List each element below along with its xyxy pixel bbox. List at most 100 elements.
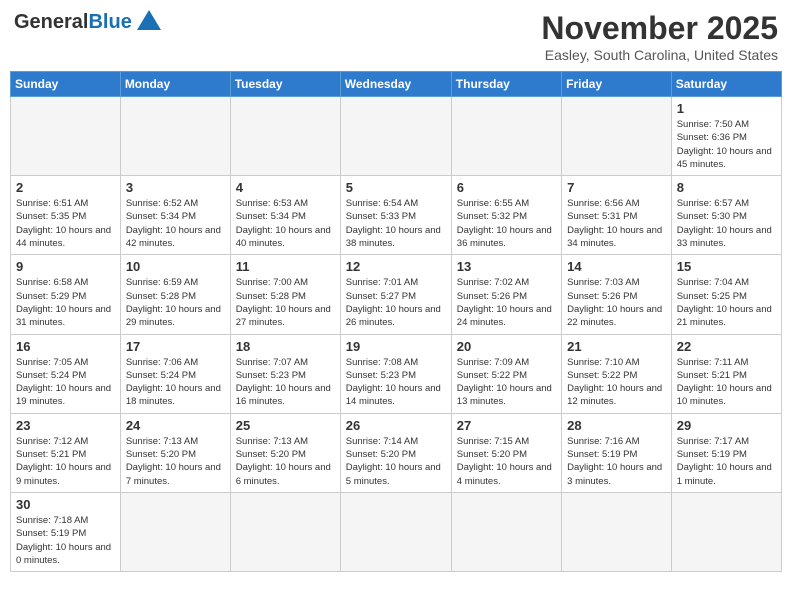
day-number: 7 [567,180,666,195]
day-number: 22 [677,339,776,354]
day-number: 23 [16,418,115,433]
day-number: 1 [677,101,776,116]
weekday-header-thursday: Thursday [451,72,561,97]
calendar-cell: 9 Sunrise: 6:58 AM Sunset: 5:29 PM Daylig… [11,255,121,334]
calendar-cell [562,492,672,571]
day-number: 27 [457,418,556,433]
day-number: 26 [346,418,446,433]
day-info: Sunrise: 7:09 AM Sunset: 5:22 PM Dayligh… [457,356,556,409]
day-number: 5 [346,180,446,195]
calendar-cell [340,97,451,176]
logo-general-text: General [14,11,88,34]
calendar-cell: 13Sunrise: 7:02 AM Sunset: 5:26 PM Dayli… [451,255,561,334]
day-number: 11 [236,259,335,274]
calendar-cell [671,492,781,571]
calendar-cell [562,97,672,176]
title-block: November 2025 Easley, South Carolina, Un… [541,10,778,63]
day-info: Sunrise: 7:13 AM Sunset: 5:20 PM Dayligh… [236,435,335,488]
calendar-cell: 26 Sunrise: 7:14 AM Sunset: 5:20 PM Dayli… [340,413,451,492]
weekday-header-wednesday: Wednesday [340,72,451,97]
day-info: Sunrise: 7:03 AM Sunset: 5:26 PM Dayligh… [567,276,666,329]
page-header: General Blue November 2025 Easley, South… [10,10,782,63]
day-info: Sunrise: 6:56 AM Sunset: 5:31 PM Dayligh… [567,197,666,250]
calendar-cell: 11Sunrise: 7:00 AM Sunset: 5:28 PM Dayli… [230,255,340,334]
logo: General Blue [14,10,161,35]
calendar-cell [451,492,561,571]
calendar-cell [120,492,230,571]
calendar-cell: 4 Sunrise: 6:53 AM Sunset: 5:34 PM Daylig… [230,176,340,255]
day-number: 14 [567,259,666,274]
calendar-cell: 1 Sunrise: 7:50 AM Sunset: 6:36 PM Daylig… [671,97,781,176]
day-info: Sunrise: 7:16 AM Sunset: 5:19 PM Dayligh… [567,435,666,488]
day-number: 19 [346,339,446,354]
weekday-header-saturday: Saturday [671,72,781,97]
day-info: Sunrise: 6:59 AM Sunset: 5:28 PM Dayligh… [126,276,225,329]
day-number: 30 [16,497,115,512]
day-number: 20 [457,339,556,354]
weekday-header-friday: Friday [562,72,672,97]
calendar-week-row: 23Sunrise: 7:12 AM Sunset: 5:21 PM Dayli… [11,413,782,492]
weekday-header-tuesday: Tuesday [230,72,340,97]
calendar-cell: 28Sunrise: 7:16 AM Sunset: 5:19 PM Dayli… [562,413,672,492]
day-info: Sunrise: 6:51 AM Sunset: 5:35 PM Dayligh… [16,197,115,250]
day-number: 10 [126,259,225,274]
calendar-cell: 15Sunrise: 7:04 AM Sunset: 5:25 PM Dayli… [671,255,781,334]
month-title: November 2025 [541,10,778,47]
day-info: Sunrise: 7:08 AM Sunset: 5:23 PM Dayligh… [346,356,446,409]
day-number: 15 [677,259,776,274]
calendar-week-row: 30Sunrise: 7:18 AM Sunset: 5:19 PM Dayli… [11,492,782,571]
calendar-week-row: 9 Sunrise: 6:58 AM Sunset: 5:29 PM Daylig… [11,255,782,334]
calendar-cell: 30Sunrise: 7:18 AM Sunset: 5:19 PM Dayli… [11,492,121,571]
calendar-cell: 8Sunrise: 6:57 AM Sunset: 5:30 PM Daylig… [671,176,781,255]
calendar-cell: 22 Sunrise: 7:11 AM Sunset: 5:21 PM Dayli… [671,334,781,413]
weekday-header-monday: Monday [120,72,230,97]
calendar-week-row: 1 Sunrise: 7:50 AM Sunset: 6:36 PM Daylig… [11,97,782,176]
calendar-cell: 20 Sunrise: 7:09 AM Sunset: 5:22 PM Dayli… [451,334,561,413]
calendar-week-row: 16Sunrise: 7:05 AM Sunset: 5:24 PM Dayli… [11,334,782,413]
calendar-cell: 16Sunrise: 7:05 AM Sunset: 5:24 PM Dayli… [11,334,121,413]
day-number: 6 [457,180,556,195]
calendar-table: SundayMondayTuesdayWednesdayThursdayFrid… [10,71,782,572]
day-info: Sunrise: 7:50 AM Sunset: 6:36 PM Dayligh… [677,118,776,171]
weekday-header-row: SundayMondayTuesdayWednesdayThursdayFrid… [11,72,782,97]
calendar-cell: 19 Sunrise: 7:08 AM Sunset: 5:23 PM Dayli… [340,334,451,413]
day-info: Sunrise: 7:02 AM Sunset: 5:26 PM Dayligh… [457,276,556,329]
calendar-cell: 12Sunrise: 7:01 AM Sunset: 5:27 PM Dayli… [340,255,451,334]
day-number: 18 [236,339,335,354]
calendar-cell [230,492,340,571]
calendar-cell: 25Sunrise: 7:13 AM Sunset: 5:20 PM Dayli… [230,413,340,492]
calendar-cell: 3Sunrise: 6:52 AM Sunset: 5:34 PM Daylig… [120,176,230,255]
day-info: Sunrise: 7:14 AM Sunset: 5:20 PM Dayligh… [346,435,446,488]
day-info: Sunrise: 6:53 AM Sunset: 5:34 PM Dayligh… [236,197,335,250]
day-info: Sunrise: 6:55 AM Sunset: 5:32 PM Dayligh… [457,197,556,250]
day-number: 21 [567,339,666,354]
calendar-cell: 21 Sunrise: 7:10 AM Sunset: 5:22 PM Dayli… [562,334,672,413]
calendar-cell [11,97,121,176]
day-info: Sunrise: 7:07 AM Sunset: 5:23 PM Dayligh… [236,356,335,409]
location-text: Easley, South Carolina, United States [541,47,778,63]
day-number: 17 [126,339,225,354]
logo-blue-text: Blue [88,11,131,34]
day-number: 9 [16,259,115,274]
day-info: Sunrise: 7:17 AM Sunset: 5:19 PM Dayligh… [677,435,776,488]
day-info: Sunrise: 7:10 AM Sunset: 5:22 PM Dayligh… [567,356,666,409]
calendar-cell: 2Sunrise: 6:51 AM Sunset: 5:35 PM Daylig… [11,176,121,255]
calendar-cell: 7 Sunrise: 6:56 AM Sunset: 5:31 PM Daylig… [562,176,672,255]
day-info: Sunrise: 6:52 AM Sunset: 5:34 PM Dayligh… [126,197,225,250]
weekday-header-sunday: Sunday [11,72,121,97]
calendar-cell: 5Sunrise: 6:54 AM Sunset: 5:33 PM Daylig… [340,176,451,255]
calendar-cell: 14 Sunrise: 7:03 AM Sunset: 5:26 PM Dayli… [562,255,672,334]
day-info: Sunrise: 6:58 AM Sunset: 5:29 PM Dayligh… [16,276,115,329]
calendar-cell: 23Sunrise: 7:12 AM Sunset: 5:21 PM Dayli… [11,413,121,492]
calendar-cell: 10 Sunrise: 6:59 AM Sunset: 5:28 PM Dayli… [120,255,230,334]
day-number: 4 [236,180,335,195]
logo-icon [137,10,161,30]
calendar-cell: 18 Sunrise: 7:07 AM Sunset: 5:23 PM Dayli… [230,334,340,413]
calendar-cell [120,97,230,176]
day-info: Sunrise: 7:11 AM Sunset: 5:21 PM Dayligh… [677,356,776,409]
day-info: Sunrise: 7:05 AM Sunset: 5:24 PM Dayligh… [16,356,115,409]
calendar-cell: 27Sunrise: 7:15 AM Sunset: 5:20 PM Dayli… [451,413,561,492]
day-number: 12 [346,259,446,274]
day-info: Sunrise: 7:06 AM Sunset: 5:24 PM Dayligh… [126,356,225,409]
day-info: Sunrise: 6:57 AM Sunset: 5:30 PM Dayligh… [677,197,776,250]
